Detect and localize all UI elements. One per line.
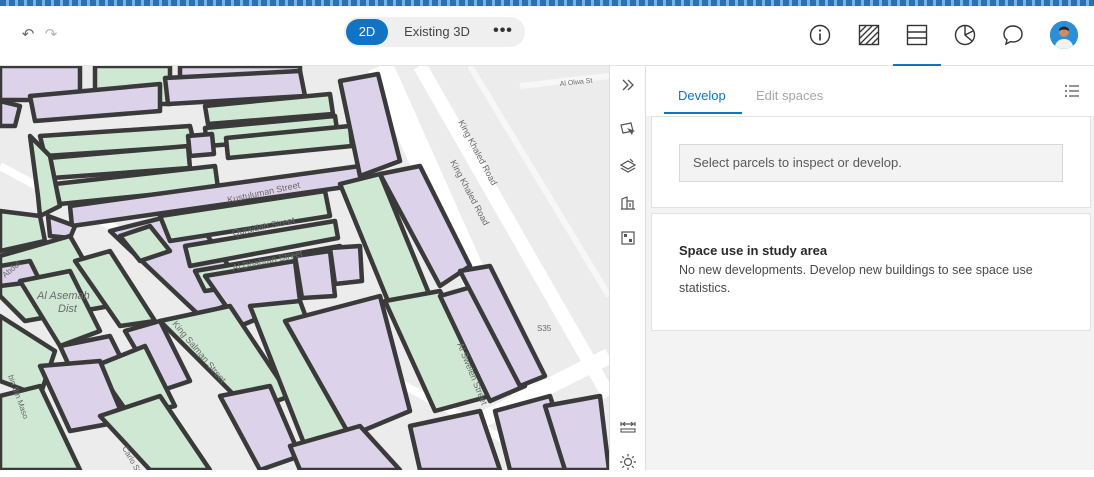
sun-icon[interactable] [618, 452, 638, 472]
tool-rail [609, 66, 646, 470]
top-toolbar: ↶ ↷ 2D Existing 3D ••• [0, 6, 1094, 66]
list-icon[interactable] [1064, 83, 1080, 99]
hatch-icon[interactable] [857, 23, 881, 47]
panel-tabs: Develop Edit spaces [646, 66, 1094, 116]
map-label-district: Al Asemah [36, 290, 90, 302]
zone-icon[interactable] [618, 228, 638, 248]
redo-icon[interactable]: ↷ [42, 26, 60, 44]
collapse-right-icon[interactable] [618, 75, 638, 95]
user-avatar[interactable] [1050, 21, 1078, 49]
side-panel: Develop Edit spaces Select parcels to in… [646, 66, 1094, 470]
view-mode-switch: 2D Existing 3D ••• [344, 17, 525, 47]
view-2d-button[interactable]: 2D [346, 19, 388, 45]
map-view[interactable]: Kustuluman Street Quraidah Street Al Dha… [0, 66, 609, 470]
chart-icon[interactable] [953, 23, 977, 47]
map-label-route: S35 [537, 324, 552, 333]
active-tab-underline [664, 112, 742, 114]
space-use-title: Space use in study area [679, 243, 828, 258]
select-parcels-notice: Select parcels to inspect or develop. [679, 144, 1063, 182]
comment-icon[interactable] [1001, 23, 1025, 47]
layout-icon[interactable] [905, 23, 929, 47]
map-canvas[interactable]: Kustuluman Street Quraidah Street Al Dha… [0, 66, 609, 470]
info-icon[interactable] [808, 23, 832, 47]
tab-edit-spaces[interactable]: Edit spaces [756, 88, 823, 103]
tab-develop[interactable]: Develop [678, 88, 726, 103]
view-existing-3d-button[interactable]: Existing 3D [399, 19, 475, 45]
more-options-button[interactable]: ••• [490, 19, 516, 45]
select-parcel-icon[interactable] [618, 119, 638, 139]
space-use-card: Space use in study area No new developme… [651, 213, 1091, 331]
space-use-text: No new developments. Develop new buildin… [679, 263, 1033, 295]
building-icon[interactable] [618, 193, 638, 213]
measure-icon[interactable] [618, 416, 638, 436]
layers-icon[interactable] [618, 156, 638, 176]
map-label-district2: Dist [58, 303, 78, 315]
selection-card: Select parcels to inspect or develop. [651, 116, 1091, 208]
undo-icon[interactable]: ↶ [19, 26, 37, 44]
